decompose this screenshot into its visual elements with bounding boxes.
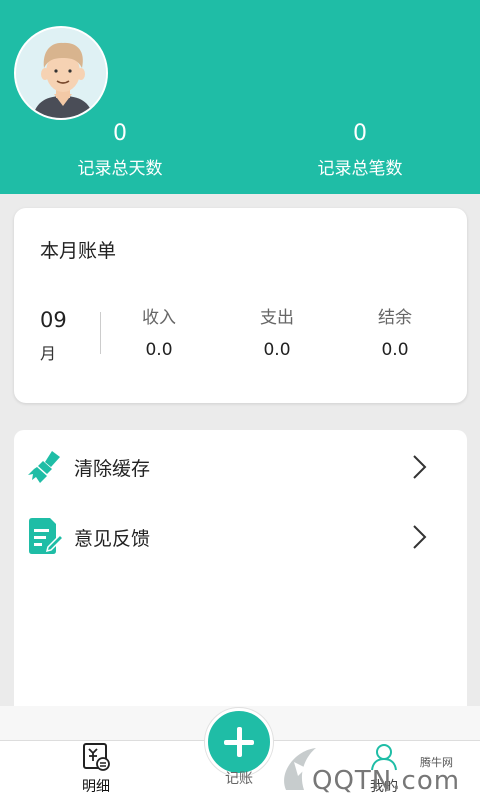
settings-menu: 清除缓存 意见反馈 [14,430,467,720]
expense-label: 支出 [260,308,294,328]
divider [100,312,101,354]
bill-title: 本月账单 [40,240,117,262]
tab-detail-label: 明细 [82,779,110,795]
month-number: 09 [40,308,67,332]
watermark-text: QQTN.com [312,766,461,796]
total-entries-label: 记录总笔数 [317,159,403,179]
add-record-button[interactable] [205,708,273,776]
income-value: 0.0 [145,340,173,360]
profile-header: 0 记录总天数 0 记录总笔数 [0,0,480,194]
total-days-stat: 0 记录总天数 [20,118,220,184]
chevron-right-icon [413,455,427,479]
total-entries-stat: 0 记录总笔数 [260,118,460,184]
month-unit: 月 [40,344,57,363]
income-label: 收入 [142,308,176,328]
menu-item-label: 清除缓存 [74,458,151,480]
total-entries-value: 0 [353,121,367,146]
avatar[interactable] [14,26,108,120]
avatar-illustration [16,28,106,118]
total-days-value: 0 [113,121,127,146]
balance-label: 结余 [378,308,412,328]
menu-item-clear-cache[interactable]: 清除缓存 [14,434,467,494]
detail-list-icon [83,743,110,771]
balance-column: 结余 0.0 [345,306,445,362]
tab-detail[interactable]: 明细 [56,742,136,798]
feedback-icon [29,518,64,554]
expense-column: 支出 0.0 [227,306,327,362]
chevron-right-icon [413,525,427,549]
broom-icon [28,451,60,483]
menu-item-label: 意见反馈 [74,528,151,550]
tab-record-label: 记账 [225,771,253,787]
income-column: 收入 0.0 [109,306,209,362]
monthly-bill-card: 本月账单 09 月 收入 0.0 支出 0.0 结余 0.0 [14,208,467,403]
total-days-label: 记录总天数 [77,159,163,179]
expense-value: 0.0 [263,340,291,360]
balance-value: 0.0 [381,340,409,360]
tab-record[interactable]: 记账 [199,768,279,790]
menu-item-feedback[interactable]: 意见反馈 [14,504,467,564]
